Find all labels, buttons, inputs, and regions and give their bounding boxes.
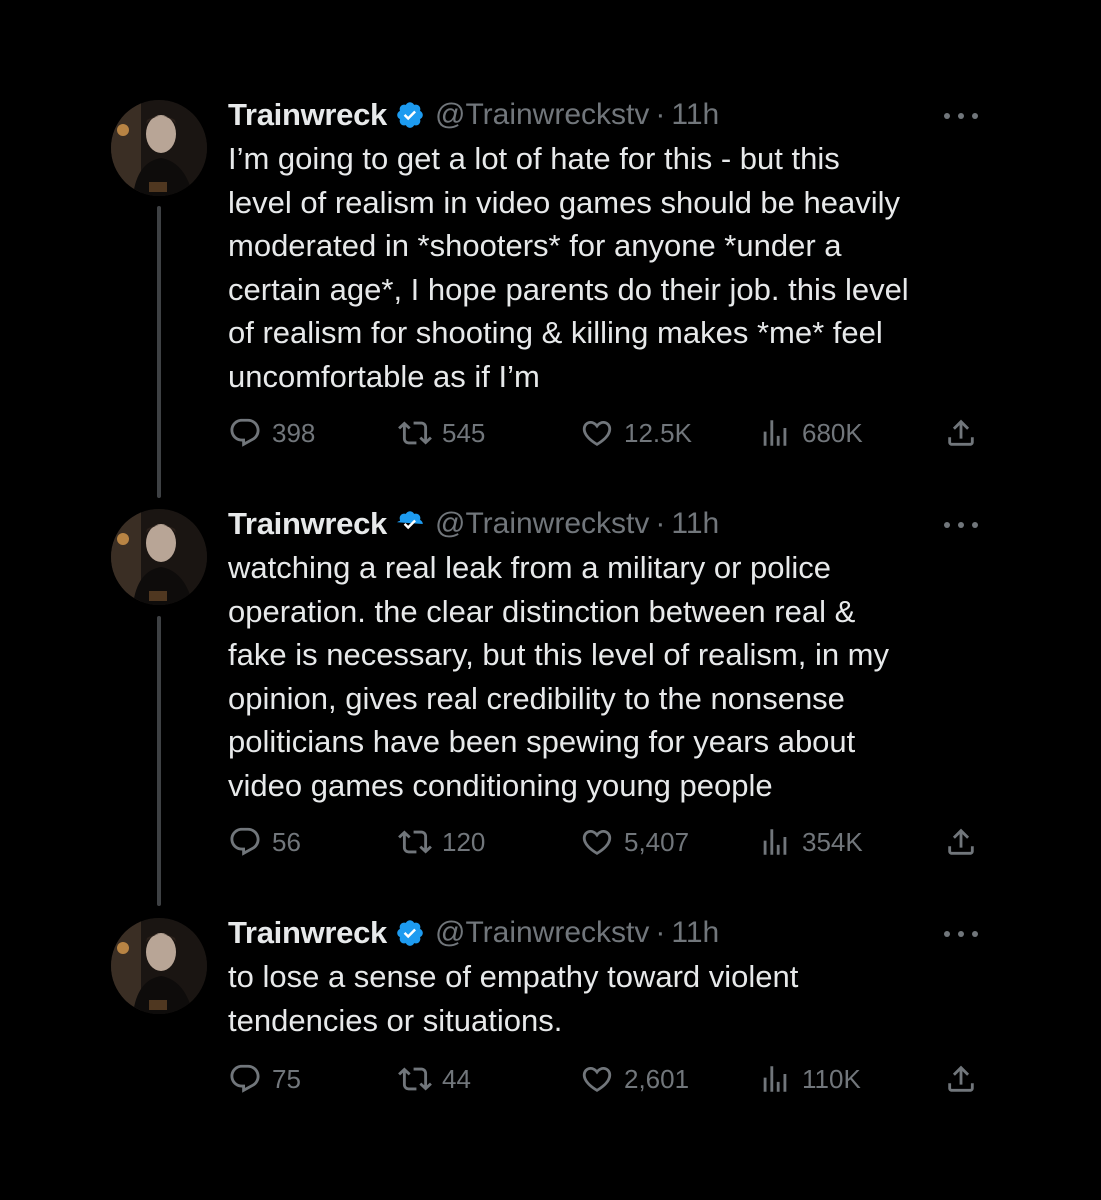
heart-icon bbox=[582, 829, 612, 855]
reply-icon bbox=[230, 827, 260, 856]
views-button[interactable]: 680K bbox=[758, 413, 863, 453]
like-button[interactable]: 5,407 bbox=[580, 822, 689, 862]
display-name[interactable]: Trainwreck bbox=[228, 97, 387, 133]
tweet-actions: 398 545 12.5K 680K bbox=[228, 413, 988, 453]
user-handle[interactable]: @Trainwreckstv bbox=[435, 916, 649, 950]
separator-dot: · bbox=[655, 98, 666, 131]
timestamp[interactable]: 11h bbox=[671, 916, 719, 950]
reply-count: 75 bbox=[272, 1063, 301, 1094]
views-count: 110K bbox=[802, 1063, 861, 1094]
display-name[interactable]: Trainwreck bbox=[228, 915, 387, 951]
more-options-icon[interactable] bbox=[944, 106, 978, 126]
tweet-actions: 75 44 2,601 110K bbox=[228, 1059, 988, 1099]
views-count: 354K bbox=[802, 826, 863, 857]
views-count: 680K bbox=[802, 417, 863, 448]
timestamp[interactable]: 11h bbox=[671, 98, 719, 132]
like-button[interactable]: 2,601 bbox=[580, 1059, 689, 1099]
more-options-icon[interactable] bbox=[944, 515, 978, 535]
views-chart-icon bbox=[763, 420, 787, 446]
retweet-button[interactable]: 120 bbox=[398, 822, 485, 862]
share-icon bbox=[948, 1065, 974, 1092]
thread-connector-line bbox=[157, 616, 161, 906]
timestamp[interactable]: 11h bbox=[671, 507, 719, 541]
retweet-count: 120 bbox=[442, 826, 486, 857]
retweet-icon bbox=[398, 421, 432, 445]
display-name[interactable]: Trainwreck bbox=[228, 506, 387, 542]
separator-dot: · bbox=[655, 916, 666, 949]
reply-count: 56 bbox=[272, 826, 301, 857]
verified-badge-icon bbox=[397, 920, 423, 946]
tweet-header: Trainwreck @Trainwreckstv · 11h bbox=[228, 913, 719, 953]
reply-button[interactable]: 75 bbox=[228, 1059, 301, 1099]
share-icon bbox=[948, 419, 974, 446]
like-count: 2,601 bbox=[624, 1063, 690, 1094]
views-button[interactable]: 110K bbox=[758, 1059, 861, 1099]
more-options-icon[interactable] bbox=[944, 924, 978, 944]
tweet-actions: 56 120 5,407 354K bbox=[228, 822, 988, 862]
reply-count: 398 bbox=[272, 417, 316, 448]
tweet-text: watching a real leak from a military or … bbox=[228, 550, 890, 803]
like-button[interactable]: 12.5K bbox=[580, 413, 692, 453]
avatar[interactable] bbox=[111, 918, 207, 1014]
share-button[interactable] bbox=[944, 1059, 988, 1099]
retweet-count: 44 bbox=[442, 1063, 471, 1094]
views-chart-icon bbox=[763, 1066, 787, 1092]
views-button[interactable]: 354K bbox=[758, 822, 863, 862]
reply-button[interactable]: 56 bbox=[228, 822, 301, 862]
views-chart-icon bbox=[763, 829, 787, 855]
avatar[interactable] bbox=[111, 100, 207, 196]
like-count: 12.5K bbox=[624, 417, 692, 448]
avatar-image bbox=[111, 918, 207, 1014]
user-handle[interactable]: @Trainwreckstv bbox=[435, 98, 649, 132]
tweet-text: I’m going to get a lot of hate for this … bbox=[228, 141, 909, 394]
retweet-button[interactable]: 44 bbox=[398, 1059, 471, 1099]
share-button[interactable] bbox=[944, 413, 988, 453]
avatar[interactable] bbox=[111, 509, 207, 605]
tweet-header: Trainwreck @Trainwreckstv · 11h bbox=[228, 504, 719, 544]
verified-badge-icon bbox=[397, 511, 423, 530]
tweet-header: Trainwreck @Trainwreckstv · 11h bbox=[228, 95, 719, 135]
tweet-thread: Trainwreck @Trainwreckstv · 11h I’m goin… bbox=[0, 0, 1101, 1200]
like-count: 5,407 bbox=[624, 826, 690, 857]
heart-icon bbox=[582, 420, 612, 446]
share-button[interactable] bbox=[944, 822, 988, 862]
retweet-count: 545 bbox=[442, 417, 486, 448]
tweet-text: to lose a sense of empathy toward violen… bbox=[228, 959, 799, 1038]
share-icon bbox=[948, 828, 974, 855]
heart-icon bbox=[582, 1066, 612, 1092]
retweet-icon bbox=[398, 830, 432, 854]
thread-connector-line bbox=[157, 206, 161, 498]
reply-icon bbox=[230, 418, 260, 447]
separator-dot: · bbox=[655, 507, 666, 540]
retweet-button[interactable]: 545 bbox=[398, 413, 485, 453]
verified-badge-icon bbox=[397, 102, 423, 128]
retweet-icon bbox=[398, 1067, 432, 1091]
reply-button[interactable]: 398 bbox=[228, 413, 315, 453]
avatar-image bbox=[111, 100, 207, 196]
user-handle[interactable]: @Trainwreckstv bbox=[435, 507, 649, 541]
reply-icon bbox=[230, 1064, 260, 1093]
avatar-image bbox=[111, 509, 207, 605]
